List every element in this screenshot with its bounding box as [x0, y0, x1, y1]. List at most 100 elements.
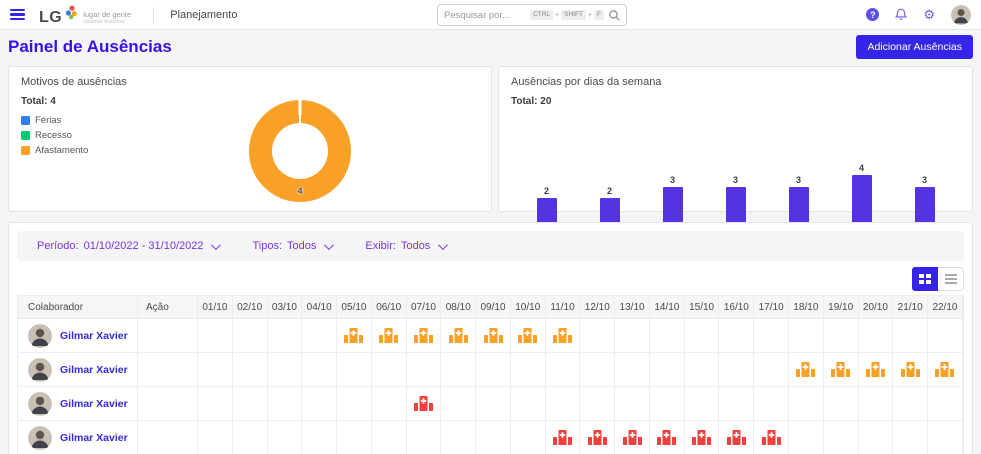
- absence-cell: [754, 353, 789, 386]
- avatar: [28, 358, 52, 382]
- hospital-icon[interactable]: [657, 430, 676, 445]
- donut-chart-title: Motivos de ausências: [9, 67, 491, 88]
- hospital-icon[interactable]: [762, 430, 781, 445]
- filter-period[interactable]: Período: 01/10/2022 - 31/10/2022: [37, 240, 218, 252]
- hospital-icon[interactable]: [901, 362, 920, 377]
- absence-cell: [789, 387, 824, 420]
- absence-cell: [476, 353, 511, 386]
- collaborator-link[interactable]: Gilmar Xavier: [60, 364, 128, 376]
- absence-cell: [859, 387, 894, 420]
- date-column-header: 15/10: [685, 296, 720, 318]
- hospital-icon[interactable]: [414, 396, 433, 411]
- user-avatar[interactable]: [951, 5, 971, 25]
- absence-cell: [407, 387, 442, 420]
- collaborator-cell: Gilmar Xavier: [18, 387, 138, 420]
- date-column-header: 17/10: [754, 296, 789, 318]
- bar-chart-plot: 2Domingo2Segunda3Terça3Quarta3Quinta4Sex…: [515, 119, 956, 223]
- hospital-icon[interactable]: [796, 362, 815, 377]
- legend-label: Férias: [35, 115, 61, 126]
- brand-logo[interactable]: LG lugar de gente sistemas humanos: [39, 5, 131, 25]
- add-absences-button[interactable]: Adicionar Ausências: [856, 35, 973, 59]
- absence-cell: [198, 319, 233, 352]
- absence-cell: [859, 319, 894, 352]
- hospital-icon[interactable]: [553, 430, 572, 445]
- menu-item-planejamento[interactable]: Planejamento: [170, 9, 237, 21]
- collaborator-link[interactable]: Gilmar Xavier: [60, 432, 128, 444]
- absence-cell: [511, 387, 546, 420]
- hospital-icon[interactable]: [692, 430, 711, 445]
- collaborator-cell: Gilmar Xavier: [18, 319, 138, 352]
- hospital-icon[interactable]: [414, 328, 433, 343]
- absence-cell: [928, 353, 963, 386]
- hospital-icon[interactable]: [344, 328, 363, 343]
- filter-types[interactable]: Tipos: Todos: [252, 240, 331, 252]
- legend-color-chip: [21, 131, 30, 140]
- filter-period-label: Período:: [37, 240, 79, 252]
- absence-cell: [789, 353, 824, 386]
- list-icon: [945, 274, 957, 284]
- legend-item: Afastamento: [21, 145, 88, 156]
- absence-cell: [546, 353, 581, 386]
- absence-cell: [893, 421, 928, 454]
- hospital-icon[interactable]: [623, 430, 642, 445]
- chevron-down-icon: [438, 240, 448, 250]
- hospital-icon[interactable]: [553, 328, 572, 343]
- date-column-header: 04/10: [302, 296, 337, 318]
- bar-chart-title: Ausências por dias da semana: [499, 67, 972, 88]
- bar-slot: 3Quarta: [704, 119, 767, 222]
- bell-icon[interactable]: [895, 8, 907, 21]
- hamburger-menu-icon[interactable]: [10, 9, 25, 20]
- absence-cell: [441, 353, 476, 386]
- absence-cell: [928, 387, 963, 420]
- absence-cell: [198, 421, 233, 454]
- absence-cell: [580, 353, 615, 386]
- bar: [789, 187, 809, 222]
- legend-item: Férias: [21, 115, 88, 126]
- hospital-icon[interactable]: [588, 430, 607, 445]
- hospital-icon[interactable]: [484, 328, 503, 343]
- hospital-icon[interactable]: [518, 328, 537, 343]
- absence-cell: [198, 387, 233, 420]
- date-column-header: 01/10: [198, 296, 233, 318]
- date-column-header: 13/10: [615, 296, 650, 318]
- filter-display[interactable]: Exibir: Todos: [365, 240, 445, 252]
- help-icon[interactable]: ?: [866, 8, 879, 21]
- filter-types-value: Todos: [287, 240, 316, 252]
- list-view-toggle[interactable]: [938, 267, 964, 291]
- table-row: Gilmar Xavier: [17, 421, 964, 454]
- absence-cell: [233, 353, 268, 386]
- bar-slot: 2Domingo: [515, 119, 578, 222]
- absence-cell: [928, 319, 963, 352]
- avatar: [28, 324, 52, 348]
- absence-cell: [476, 387, 511, 420]
- absence-cell: [615, 387, 650, 420]
- date-column-header: 20/10: [859, 296, 894, 318]
- collaborator-link[interactable]: Gilmar Xavier: [60, 398, 128, 410]
- absence-cell: [650, 353, 685, 386]
- nav-divider: [153, 7, 154, 23]
- avatar: [28, 392, 52, 416]
- absence-cell: [859, 353, 894, 386]
- search-shortcut-keys: CTRL+SHIFT+F: [530, 10, 604, 20]
- donut-slice-label: 4: [249, 186, 351, 196]
- hospital-icon[interactable]: [831, 362, 850, 377]
- hospital-icon[interactable]: [449, 328, 468, 343]
- bar-chart-total: Total: 20: [499, 88, 972, 107]
- absence-cell: [337, 421, 372, 454]
- absence-cell: [511, 353, 546, 386]
- filter-display-value: Todos: [401, 240, 430, 252]
- date-column-header: 07/10: [407, 296, 442, 318]
- search-input[interactable]: [444, 10, 530, 21]
- collaborator-link[interactable]: Gilmar Xavier: [60, 330, 128, 342]
- date-column-header: 19/10: [824, 296, 859, 318]
- grid-view-toggle[interactable]: [912, 267, 938, 291]
- shortcut-key: SHIFT: [561, 10, 586, 20]
- hospital-icon[interactable]: [935, 362, 954, 377]
- absence-cell: [893, 353, 928, 386]
- hospital-icon[interactable]: [727, 430, 746, 445]
- search-icon[interactable]: [609, 10, 620, 21]
- gear-icon[interactable]: ⚙: [923, 8, 935, 21]
- hospital-icon[interactable]: [379, 328, 398, 343]
- hospital-icon[interactable]: [866, 362, 885, 377]
- shortcut-separator: +: [555, 12, 559, 19]
